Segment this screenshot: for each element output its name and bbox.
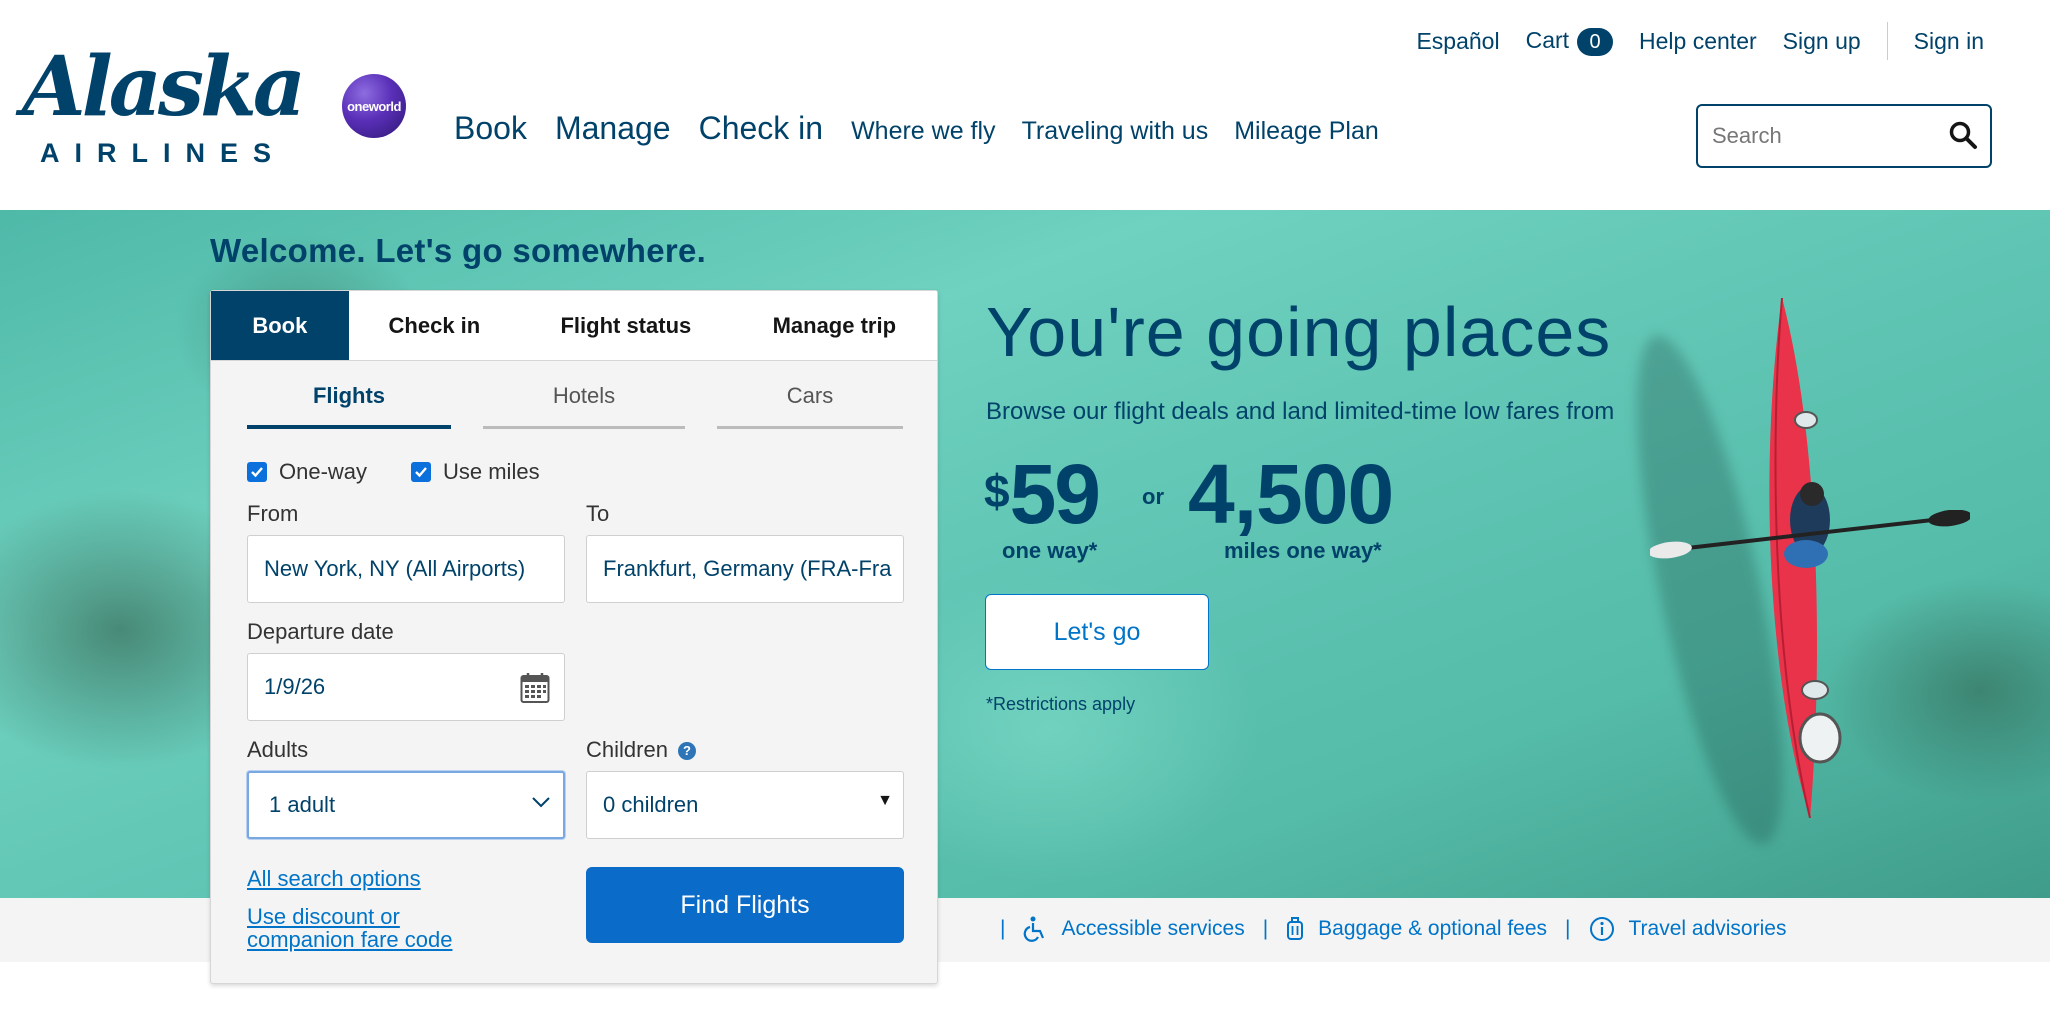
nav-check-in[interactable]: Check in (699, 110, 824, 147)
main-nav: Book Manage Check in Where we fly Travel… (454, 110, 1405, 147)
cart-link[interactable]: Cart 0 (1525, 26, 1614, 56)
baggage-fees-link[interactable]: Baggage & optional fees (1286, 916, 1547, 942)
one-way-option: One-way (247, 459, 367, 485)
logo-airlines-text: AIRLINES (40, 138, 287, 168)
oneworld-logo: oneworld (342, 74, 406, 138)
price-value: 59 (1009, 447, 1101, 541)
nav-where-we-fly[interactable]: Where we fly (851, 117, 995, 146)
from-field[interactable]: New York, NY (All Airports) (247, 535, 565, 603)
subtab-hotels[interactable]: Hotels (483, 383, 685, 429)
espanol-link[interactable]: Español (1416, 28, 1499, 55)
price-dollars: $59 (984, 446, 1101, 543)
discount-line-1: Use discount or (247, 904, 400, 929)
info-icon (1589, 917, 1614, 941)
tab-book[interactable]: Book (211, 291, 349, 360)
departure-date-value: 1/9/26 (264, 674, 326, 699)
search-input[interactable] (1712, 123, 1952, 149)
restrictions-note: *Restrictions apply (986, 694, 1136, 714)
price-or: or (1142, 484, 1164, 509)
tab-flight-status[interactable]: Flight status (520, 291, 731, 360)
promo-subtitle: Browse our flight deals and land limited… (986, 398, 1615, 425)
subtab-flights[interactable]: Flights (247, 383, 451, 429)
chevron-down-icon (532, 797, 550, 808)
adults-select[interactable]: 1 adult (247, 771, 565, 839)
price-miles: 4,500 (1188, 447, 1394, 541)
lets-go-button[interactable]: Let's go (985, 594, 1209, 670)
tab-check-in[interactable]: Check in (349, 291, 521, 360)
children-label: Children (586, 737, 668, 762)
accessible-services-label: Accessible services (1061, 917, 1245, 940)
tab-manage-trip[interactable]: Manage trip (732, 291, 937, 360)
accessible-services-link[interactable]: Accessible services (1023, 916, 1245, 942)
use-miles-checkbox[interactable] (411, 462, 431, 482)
departure-date-label: Departure date (247, 619, 394, 644)
all-search-options-link[interactable]: All search options (247, 867, 421, 890)
caret-down-icon: ▼ (877, 792, 893, 809)
checkmark-icon (251, 467, 263, 478)
discount-line-2: companion fare code (247, 927, 453, 952)
miles-caption: miles one way* (1224, 538, 1382, 563)
utility-nav: Español Cart 0 Help center Sign up Sign i… (1390, 22, 1984, 60)
cart-count-badge: 0 (1577, 27, 1614, 56)
widget-tabs: Book Check in Flight status Manage trip (211, 291, 937, 361)
travel-advisories-label: Travel advisories (1628, 917, 1787, 940)
info-links: | Accessible services | Baggage & option… (1000, 916, 1804, 942)
price-currency: $ (984, 465, 1010, 517)
nav-manage[interactable]: Manage (555, 110, 671, 147)
travel-advisories-link[interactable]: Travel advisories (1589, 916, 1787, 942)
util-divider (1886, 22, 1888, 60)
children-value: 0 children (603, 792, 699, 817)
help-center-link[interactable]: Help center (1639, 28, 1757, 55)
link-separator: | (1262, 917, 1269, 940)
logo-wordmark: Alaska (22, 39, 306, 135)
welcome-heading: Welcome. Let's go somewhere. (210, 232, 707, 269)
booking-widget: Book Check in Flight status Manage trip … (210, 290, 938, 984)
wheelchair-icon (1024, 916, 1045, 942)
to-field[interactable]: Frankfurt, Germany (FRA-Fra (586, 535, 904, 603)
cart-label: Cart (1525, 26, 1570, 53)
nav-mileage-plan[interactable]: Mileage Plan (1234, 117, 1379, 146)
subtab-cars[interactable]: Cars (717, 383, 903, 429)
one-way-checkbox[interactable] (247, 462, 267, 482)
booking-subtabs: Flights Hotels Cars (247, 383, 903, 429)
nav-book[interactable]: Book (454, 110, 527, 147)
site-search (1696, 104, 1992, 168)
adults-value: 1 adult (269, 792, 336, 817)
departure-date-field[interactable]: 1/9/26 (247, 653, 565, 721)
from-label: From (247, 501, 299, 526)
checkmark-icon (415, 467, 427, 478)
luggage-icon (1287, 917, 1304, 940)
search-icon[interactable] (1948, 120, 1978, 150)
calendar-icon[interactable] (520, 672, 550, 704)
link-separator: | (1000, 917, 1006, 940)
one-way-label: One-way (279, 459, 368, 484)
help-icon[interactable]: ? (677, 742, 696, 761)
children-select[interactable]: 0 children ▼ (586, 771, 904, 839)
use-miles-label: Use miles (443, 459, 540, 484)
use-miles-option: Use miles (411, 459, 540, 485)
paddle-image (1650, 510, 1970, 559)
sign-up-link[interactable]: Sign up (1783, 28, 1861, 55)
nav-traveling-with-us[interactable]: Traveling with us (1022, 117, 1209, 146)
sign-in-link[interactable]: Sign in (1914, 28, 1984, 55)
children-label-wrap: Children? (586, 737, 696, 763)
price-caption: one way* (1002, 538, 1098, 563)
find-flights-button[interactable]: Find Flights (586, 867, 904, 943)
adults-label: Adults (247, 737, 309, 762)
baggage-fees-label: Baggage & optional fees (1318, 917, 1548, 940)
link-separator: | (1565, 917, 1571, 940)
site-header: Alaska AIRLINES oneworld Español Cart 0 H… (0, 0, 2050, 210)
promo-title: You're going places (986, 293, 1612, 371)
discount-code-link[interactable]: Use discount or companion fare code (247, 905, 452, 951)
to-label: To (586, 501, 610, 526)
alaska-airlines-logo[interactable]: Alaska AIRLINES (22, 46, 306, 168)
